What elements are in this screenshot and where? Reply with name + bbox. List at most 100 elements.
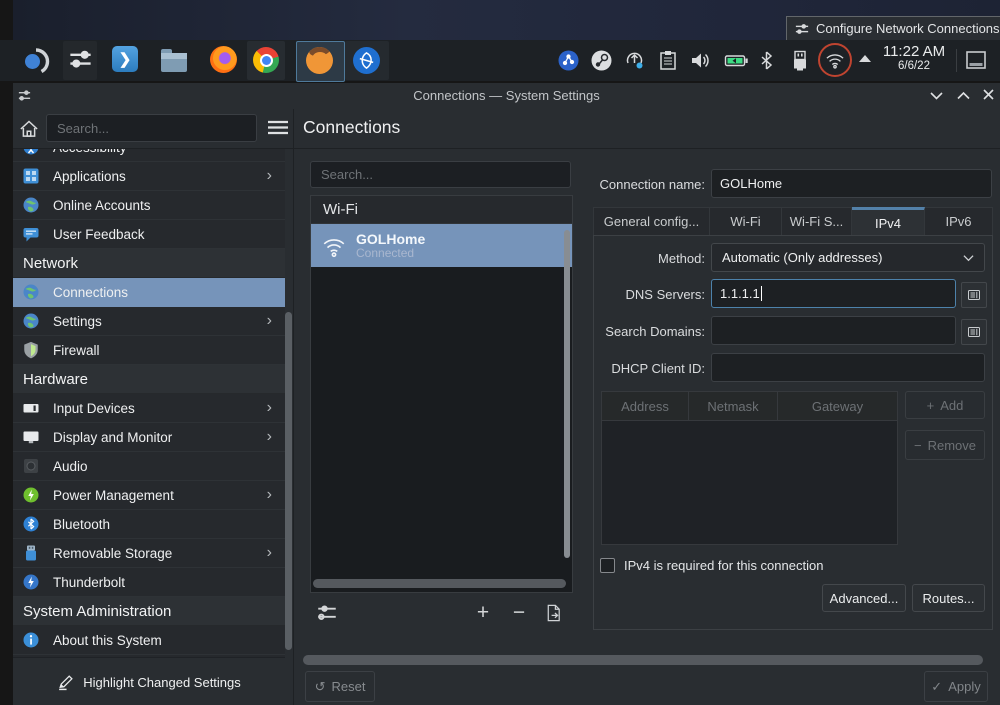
globe-icon [22,196,40,214]
power-icon [22,486,40,504]
tab-ipv4[interactable]: IPv4 [852,207,925,236]
section-label: Network [23,255,78,272]
system-settings-icon[interactable] [67,46,95,74]
sidebar-item-user-feedback[interactable]: User Feedback [13,220,285,249]
tab-general-config[interactable]: General config... [593,207,710,236]
sidebar-item-applications[interactable]: Applications › [13,162,285,191]
home-button[interactable] [16,116,42,142]
file-manager-icon[interactable] [161,48,189,76]
sidebar-separator [293,109,294,705]
orange-app-icon[interactable] [306,47,334,75]
reset-button[interactable]: ↺Reset [305,671,375,702]
dhcp-client-id-label: DHCP Client ID: [593,361,705,376]
sidebar-item-firewall[interactable]: Firewall [13,336,285,365]
sidebar-item-accessibility[interactable]: Accessibility [13,149,285,162]
addresses-table: Address Netmask Gateway [601,391,898,545]
settings-search-input[interactable] [46,114,257,142]
tray-clock[interactable]: 11:22 AM 6/6/22 [876,44,952,72]
keyboard-icon [22,399,40,417]
connection-list-vscrollbar[interactable] [564,230,570,558]
export-connection-button[interactable] [538,598,568,628]
highlight-changed-settings-button[interactable]: Highlight Changed Settings [13,657,285,705]
content-hscrollbar[interactable] [303,655,983,665]
discover-icon[interactable]: ❯ [112,46,140,74]
firefox-icon[interactable] [210,46,238,74]
maximize-button[interactable] [957,91,970,100]
dns-list-edit-button[interactable] [961,282,987,308]
tab-wifi[interactable]: Wi-Fi [710,207,782,236]
minimize-button[interactable] [930,91,943,100]
remove-connection-button[interactable]: − [504,598,534,628]
column-gateway: Gateway [778,392,897,420]
ipv4-required-checkbox[interactable] [600,558,615,573]
show-desktop-icon[interactable] [965,50,986,71]
dns-servers-input[interactable]: 1.1.1.1 [711,279,956,308]
sidebar-item-connections[interactable]: Connections [13,278,285,307]
chrome-icon[interactable] [253,47,281,75]
sidebar-item-removable-storage[interactable]: Removable Storage › [13,539,285,568]
sidebar-item-audio[interactable]: Audio [13,452,285,481]
add-connection-button[interactable]: + [468,598,498,628]
app-launcher-icon[interactable] [22,46,50,74]
bluetooth-tray-icon[interactable] [760,50,773,71]
sidebar-item-label: Applications [53,169,126,184]
network-tooltip: Configure Network Connections... [786,16,1000,41]
clipboard-tray-icon[interactable] [659,50,680,71]
search-domains-input[interactable] [711,316,956,345]
updates-tray-icon[interactable] [624,50,645,71]
apply-button[interactable]: ✓Apply [924,671,988,702]
kdeconnect-tray-icon[interactable] [558,50,579,71]
tab-wifi-security[interactable]: Wi-Fi S... [782,207,852,236]
connection-list-hscrollbar[interactable] [313,579,566,588]
volume-tray-icon[interactable] [690,50,711,71]
battlenet-icon[interactable] [353,47,381,75]
tab-ipv6[interactable]: IPv6 [925,207,993,236]
usb-tray-icon[interactable] [791,50,809,71]
remove-address-button[interactable]: −Remove [905,430,985,460]
connection-name-input[interactable] [711,169,992,198]
add-address-button[interactable]: +Add [905,391,985,419]
domains-list-edit-button[interactable] [961,319,987,345]
dns-servers-label: DNS Servers: [593,287,705,302]
column-address: Address [602,392,689,420]
accessibility-icon [22,149,40,156]
dhcp-client-id-input[interactable] [711,353,985,382]
sidebar-item-online-accounts[interactable]: Online Accounts [13,191,285,220]
configure-connections-icon-button[interactable] [312,598,342,628]
sidebar-item-input-devices[interactable]: Input Devices › [13,394,285,423]
sidebar-item-label: Input Devices [53,401,135,416]
close-button[interactable] [983,89,994,100]
sidebar-item-bluetooth[interactable]: Bluetooth [13,510,285,539]
taskbar: ❯ [0,40,1000,81]
sidebar-item-display-monitor[interactable]: Display and Monitor › [13,423,285,452]
tab-label: General config... [604,214,699,229]
window-title: Connections — System Settings [13,88,1000,103]
sidebar-item-network-settings[interactable]: Settings › [13,307,285,336]
battery-tray-icon[interactable] [724,50,745,71]
undo-icon: ↺ [315,679,326,695]
connection-list: Wi-Fi GOLHome Connected [310,195,573,593]
sidebar-item-label: Connections [53,285,128,300]
connection-search-input[interactable] [310,161,571,188]
steam-tray-icon[interactable] [591,50,612,71]
connection-item-golhome[interactable]: GOLHome Connected [311,224,572,267]
sidebar-item-label: Settings [53,314,102,329]
advanced-button[interactable]: Advanced... [822,584,906,612]
sidebar-item-label: User Feedback [53,227,145,242]
method-dropdown[interactable]: Automatic (Only addresses) [711,243,985,272]
usb-drive-icon [22,544,40,562]
text-caret [761,286,762,301]
sidebar-scrollbar[interactable] [285,312,292,650]
feedback-bubble-icon [22,225,40,243]
ipv4-required-label: IPv4 is required for this connection [624,558,823,573]
sidebar-section-system-administration: System Administration [13,597,285,626]
tray-separator [956,49,957,72]
sidebar-item-about-this-system[interactable]: About this System [13,626,285,655]
sidebar-item-thunderbolt[interactable]: Thunderbolt [13,568,285,597]
wifi-tray-highlight-ring[interactable] [818,43,852,77]
hamburger-menu-icon[interactable] [267,120,289,135]
search-domains-label: Search Domains: [593,324,705,339]
sidebar-item-power-management[interactable]: Power Management › [13,481,285,510]
connection-name: GOLHome [356,231,425,247]
routes-button[interactable]: Routes... [912,584,985,612]
